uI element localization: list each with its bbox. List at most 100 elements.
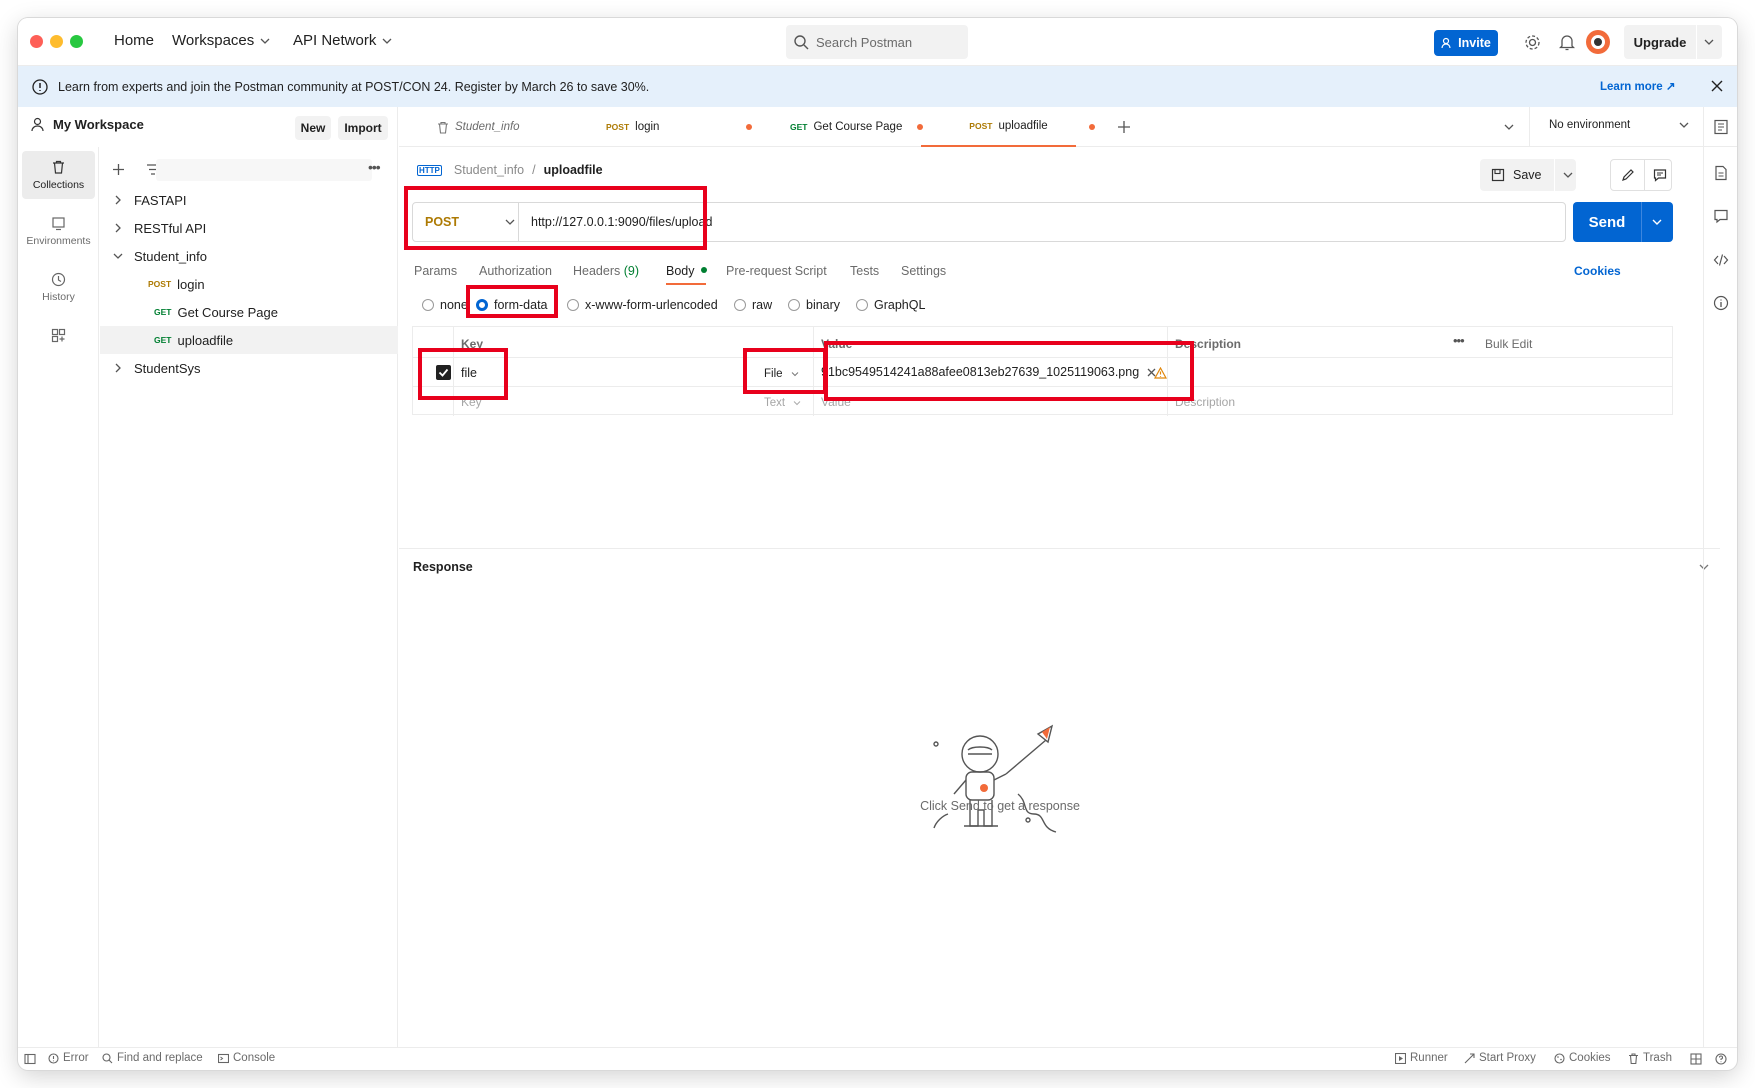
api-docs-icon[interactable] [1713,119,1729,135]
url-bar: POST http://127.0.0.1:9090/files/upload [412,202,1566,242]
chevron-down-icon[interactable] [1704,37,1714,47]
minimize-window-button[interactable] [50,35,63,48]
tab-params[interactable]: Params [414,264,457,278]
breadcrumb-parent[interactable]: Student_info [454,163,524,177]
bulk-edit-link[interactable]: Bulk Edit [1485,337,1532,351]
nav-workspaces[interactable]: Workspaces [172,32,270,49]
right-rail [1703,107,1737,1047]
code-icon[interactable] [1713,252,1729,268]
sidebar-toggle-icon[interactable] [24,1053,36,1065]
tab-body[interactable]: Body [666,264,707,278]
avatar[interactable] [1586,30,1610,54]
tab-settings[interactable]: Settings [901,264,946,278]
tree-item-studentsys[interactable]: StudentSys [100,354,398,382]
upgrade-button[interactable]: Upgrade [1624,25,1722,59]
radio-raw[interactable]: raw [734,298,772,312]
tree-item-student-info[interactable]: Student_info [100,242,398,270]
method-select[interactable]: POST [413,203,519,241]
search-postman-input[interactable]: Search Postman [786,25,968,59]
status-console[interactable]: Console [218,1052,275,1064]
check-icon [438,368,449,377]
tree-item-get-course-page[interactable]: GET Get Course Page [100,298,398,326]
status-find-replace[interactable]: Find and replace [102,1052,203,1064]
new-button[interactable]: New [295,116,331,140]
column-description: Description [1175,337,1242,351]
rail-configure[interactable] [22,311,95,359]
breadcrumb: HTTP Student_info / uploadfile [417,163,603,177]
layout-icon[interactable] [1690,1053,1702,1065]
key-input-empty[interactable]: Key [461,395,482,409]
value-input-empty[interactable]: Value [821,395,851,409]
tab-uploadfile[interactable]: POST uploadfile [921,107,1076,147]
status-trash[interactable]: Trash [1628,1052,1672,1064]
tab-authorization[interactable]: Authorization [479,264,552,278]
cookies-link[interactable]: Cookies [1574,264,1621,278]
tab-headers[interactable]: Headers (9) [573,264,639,278]
chevron-down-icon[interactable] [1504,123,1514,131]
info-icon[interactable] [1713,295,1729,311]
environment-selector[interactable]: No environment [1549,119,1689,131]
description-input-empty[interactable]: Description [1175,395,1235,409]
rail-collections[interactable]: Collections [22,151,95,199]
file-chip[interactable]: 91bc9549514241a88afee0813eb27639_1025119… [821,361,1156,383]
invite-button[interactable]: Invite [1434,30,1498,56]
nav-home[interactable]: Home [114,32,154,49]
radio-form-data[interactable]: form-data [476,298,548,312]
type-select[interactable]: File [764,368,799,380]
response-hint: Click Send to get a response [920,799,1080,813]
status-cookies[interactable]: Cookies [1554,1052,1611,1064]
chevron-down-icon [260,38,270,44]
page-title[interactable]: uploadfile [544,163,603,177]
url-input[interactable]: http://127.0.0.1:9090/files/upload [531,215,712,229]
collection-search-input[interactable] [156,159,372,181]
tab-get-course-page[interactable]: GET Get Course Page [790,107,902,147]
row-enabled-checkbox[interactable] [436,365,451,380]
chevron-down-icon[interactable] [1652,218,1662,226]
tab-student-info[interactable]: Student_info [437,107,520,147]
pencil-icon[interactable] [1621,168,1635,182]
more-options-icon[interactable]: ••• [368,159,381,175]
radio-x-www-form-urlencoded[interactable]: x-www-form-urlencoded [567,298,718,312]
save-button[interactable]: Save [1480,159,1576,191]
tab-pre-request-script[interactable]: Pre-request Script [726,264,827,278]
zoom-window-button[interactable] [70,35,83,48]
tree-item-login[interactable]: POST login [100,270,398,298]
tree-item-uploadfile[interactable]: GET uploadfile [100,326,398,354]
status-runner[interactable]: Runner [1395,1052,1448,1064]
gear-icon[interactable] [1524,34,1541,51]
rail-history[interactable]: History [22,263,95,311]
chevron-down-icon [793,401,801,406]
status-bar: Error Find and replace Console Runner St… [18,1047,1737,1070]
radio-graphql[interactable]: GraphQL [856,298,925,312]
chevron-down-icon[interactable] [1563,171,1573,179]
help-icon[interactable] [1715,1053,1727,1065]
tab-login[interactable]: POST login [606,107,659,147]
tree-item-fastapi[interactable]: FASTAPI [100,186,398,214]
runner-icon [1395,1052,1406,1064]
status-start-proxy[interactable]: Start Proxy [1464,1052,1536,1064]
comment-icon[interactable] [1653,168,1667,182]
learn-more-link[interactable]: Learn more ↗ [1600,79,1675,93]
bell-icon[interactable] [1559,34,1575,51]
close-window-button[interactable] [30,35,43,48]
postman-window: Home Workspaces API Network Search Postm… [18,18,1737,1070]
status-error[interactable]: Error [48,1052,89,1064]
workspace-header[interactable]: My Workspace [30,117,144,132]
rail-environments[interactable]: Environments [22,207,95,255]
tree-item-restful-api[interactable]: RESTful API [100,214,398,242]
close-icon[interactable] [1711,80,1723,92]
add-tab-icon[interactable] [1117,120,1131,134]
import-button[interactable]: Import [338,116,388,140]
radio-none[interactable]: none [422,298,468,312]
response-title: Response [413,560,473,574]
key-input[interactable]: file [461,366,477,380]
comment-icon[interactable] [1713,208,1729,224]
nav-api-network[interactable]: API Network [293,32,392,49]
type-select-empty[interactable]: Text [764,397,801,409]
documentation-icon[interactable] [1713,165,1729,181]
add-collection-icon[interactable] [112,163,125,176]
radio-binary[interactable]: binary [788,298,840,312]
send-button[interactable]: Send [1573,202,1673,242]
tab-tests[interactable]: Tests [850,264,879,278]
more-options-icon[interactable]: ••• [1453,333,1465,348]
